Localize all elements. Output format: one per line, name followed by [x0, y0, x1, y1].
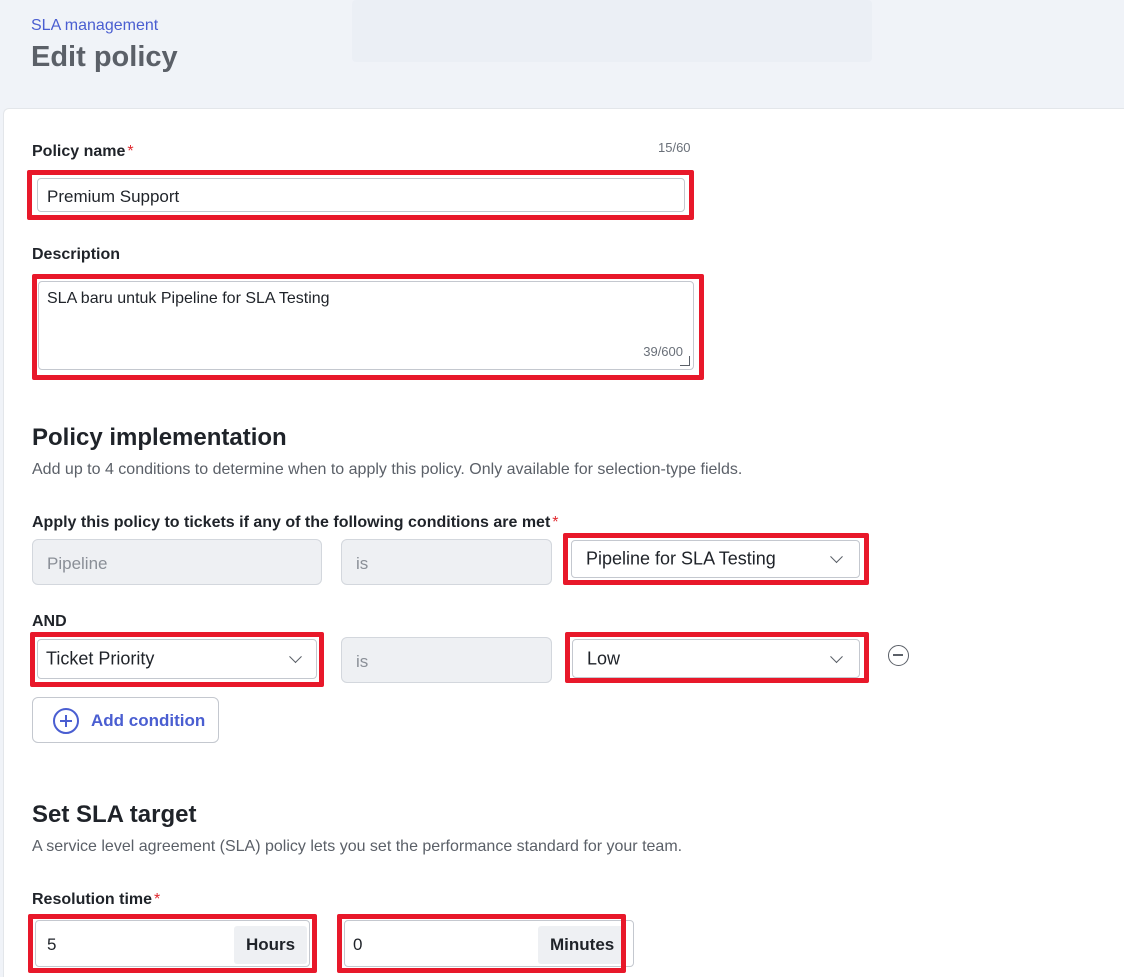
required-mark: *	[127, 143, 134, 160]
description-value: SLA baru untuk Pipeline for SLA Testing	[47, 290, 330, 307]
breadcrumb-sla-management[interactable]: SLA management	[31, 17, 158, 35]
hours-input[interactable]: 5 Hours	[35, 920, 310, 967]
condition2-operator-select: is	[341, 637, 552, 683]
required-mark: *	[154, 891, 161, 908]
policy-name-counter: 15/60	[658, 140, 691, 155]
header-ghost-panel	[352, 0, 872, 62]
condition1-value-text: Pipeline for SLA Testing	[586, 548, 776, 569]
add-condition-label: Add condition	[91, 711, 206, 730]
and-joiner: AND	[32, 613, 67, 630]
policy-implementation-hint: Add up to 4 conditions to determine when…	[32, 461, 743, 478]
policy-name-label-text: Policy name	[32, 143, 126, 160]
policy-name-label: Policy name *	[32, 143, 134, 161]
description-textarea[interactable]: SLA baru untuk Pipeline for SLA Testing …	[38, 281, 694, 370]
chevron-down-icon	[830, 649, 843, 663]
policy-name-value: Premium Support	[47, 187, 180, 206]
policy-implementation-title: Policy implementation	[32, 424, 287, 451]
sla-target-title: Set SLA target	[32, 801, 197, 828]
chevron-down-icon	[830, 550, 843, 564]
sla-target-hint: A service level agreement (SLA) policy l…	[32, 838, 683, 855]
page-title: Edit policy	[31, 41, 178, 73]
condition1-operator-value: is	[356, 554, 369, 573]
minutes-unit: Minutes	[538, 926, 627, 964]
add-condition-button[interactable]: Add condition	[32, 697, 219, 743]
condition2-field-select[interactable]: Ticket Priority	[37, 639, 317, 679]
page-header: SLA management Edit policy	[0, 0, 1124, 108]
condition2-operator-value: is	[356, 652, 369, 671]
remove-condition-icon[interactable]	[888, 645, 909, 666]
condition2-value-text: Low	[587, 648, 621, 668]
resolution-time-label: Resolution time *	[32, 891, 160, 909]
description-label: Description	[32, 246, 121, 263]
minutes-value: 0	[353, 935, 363, 954]
hours-value: 5	[47, 935, 57, 954]
condition2-field-value: Ticket Priority	[46, 648, 155, 669]
description-counter: 39/600	[643, 344, 683, 359]
condition1-value-select[interactable]: Pipeline for SLA Testing	[571, 540, 860, 578]
hours-unit: Hours	[234, 926, 308, 964]
conditions-label-text: Apply this policy to tickets if any of t…	[32, 514, 551, 531]
resolution-time-label-text: Resolution time	[32, 891, 153, 908]
condition2-value-select[interactable]: Low	[572, 639, 860, 678]
resize-handle-icon[interactable]	[680, 356, 690, 366]
condition1-field-select: Pipeline	[32, 539, 322, 585]
condition1-operator-select: is	[341, 539, 552, 585]
conditions-label: Apply this policy to tickets if any of t…	[32, 514, 559, 532]
minutes-input[interactable]: 0 Minutes	[344, 920, 634, 967]
condition1-field-value: Pipeline	[47, 554, 108, 573]
chevron-down-icon	[289, 650, 302, 664]
policy-name-input[interactable]: Premium Support	[37, 178, 685, 212]
required-mark: *	[552, 514, 559, 531]
plus-circle-icon	[53, 708, 79, 734]
